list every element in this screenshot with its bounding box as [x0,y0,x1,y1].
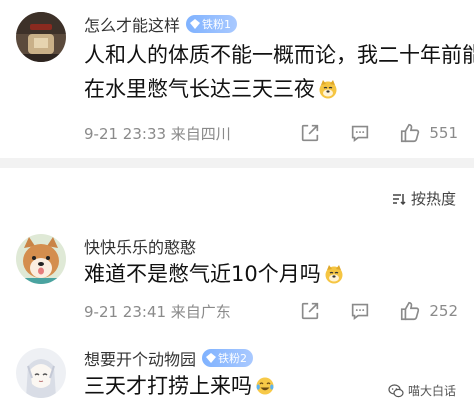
comment-text: 难道不是憋气近10个月吗 [84,257,344,291]
like-count: 551 [429,124,458,142]
fan-badge: 铁粉2 [202,349,254,367]
badge-label: 铁粉2 [218,352,248,365]
thumbs-up-icon [401,123,420,143]
like-button[interactable]: 551 [399,122,458,144]
comment-text: 人和人的体质不能一概而论，我二十年前能 在水里憋气长达三天三夜 [84,38,474,106]
section-divider [0,158,474,168]
comment-item: 想要开个动物园 铁粉2 三天才打捞上来吗 [0,336,474,412]
comment-text-line: 在水里憋气长达三天三夜 [84,72,474,106]
avatar[interactable] [16,234,66,284]
watermark-label: 喵大白话 [407,384,456,398]
comment-actions: 252 [299,300,458,322]
avatar-image [16,234,66,284]
name-row: 快快乐乐的憨憨 [84,234,196,258]
share-button[interactable] [299,300,321,322]
tears-of-joy-emoji-icon [256,377,274,395]
doge-emoji-icon [319,80,337,99]
sort-icon [392,193,406,205]
reply-button[interactable] [349,122,371,144]
name-row: 怎么才能这样 铁粉1 [84,12,238,36]
comment-icon [352,303,369,320]
username[interactable]: 怎么才能这样 [84,12,180,36]
comment-text: 三天才打捞上来吗 [84,369,275,403]
share-icon [302,124,319,142]
name-row: 想要开个动物园 铁粉2 [84,346,254,370]
comment-text-line: 人和人的体质不能一概而论，我二十年前能 [84,43,474,67]
watermark: 喵大白话 [388,382,456,399]
sort-label: 按热度 [410,190,456,208]
wechat-icon [388,383,404,397]
comment-text-fragment: 难道不是憋气近10个月吗 [84,262,321,286]
avatar-image [16,348,66,398]
comment-text-fragment: 三天才打捞上来吗 [84,374,252,398]
comment-time: 9-21 23:41 来自广东 [84,302,231,321]
username[interactable]: 快快乐乐的憨憨 [84,234,196,258]
comment-item: 怎么才能这样 铁粉1 人和人的体质不能一概而论，我二十年前能 在水里憋气长达三天… [0,0,474,158]
comment-icon [352,125,369,142]
meta-row: 9-21 23:33 来自四川 551 [84,122,458,144]
comment-actions: 551 [299,122,458,144]
share-icon [302,302,319,320]
fan-badge: 铁粉1 [186,15,238,33]
diamond-icon [190,19,201,29]
comment-text-line: 三天才打捞上来吗 [84,369,275,403]
comment-text-line: 难道不是憋气近10个月吗 [84,257,344,291]
thumbs-up-icon [401,301,420,321]
like-button[interactable]: 252 [399,300,458,322]
avatar[interactable] [16,12,66,62]
comment-text-fragment: 在水里憋气长达三天三夜 [84,77,315,101]
meta-row: 9-21 23:41 来自广东 252 [84,300,458,322]
share-button[interactable] [299,122,321,144]
diamond-icon [206,353,217,363]
comment-item: 快快乐乐的憨憨 难道不是憋气近10个月吗 9-21 23:41 来自广东 252 [0,224,474,324]
doge-emoji-icon [325,265,343,284]
sort-toggle[interactable]: 按热度 [391,188,456,209]
avatar-image [16,12,66,62]
comment-time: 9-21 23:33 来自四川 [84,124,231,143]
reply-button[interactable] [349,300,371,322]
like-count: 252 [429,302,458,320]
badge-label: 铁粉1 [202,18,232,31]
avatar[interactable] [16,348,66,398]
username[interactable]: 想要开个动物园 [84,346,196,370]
